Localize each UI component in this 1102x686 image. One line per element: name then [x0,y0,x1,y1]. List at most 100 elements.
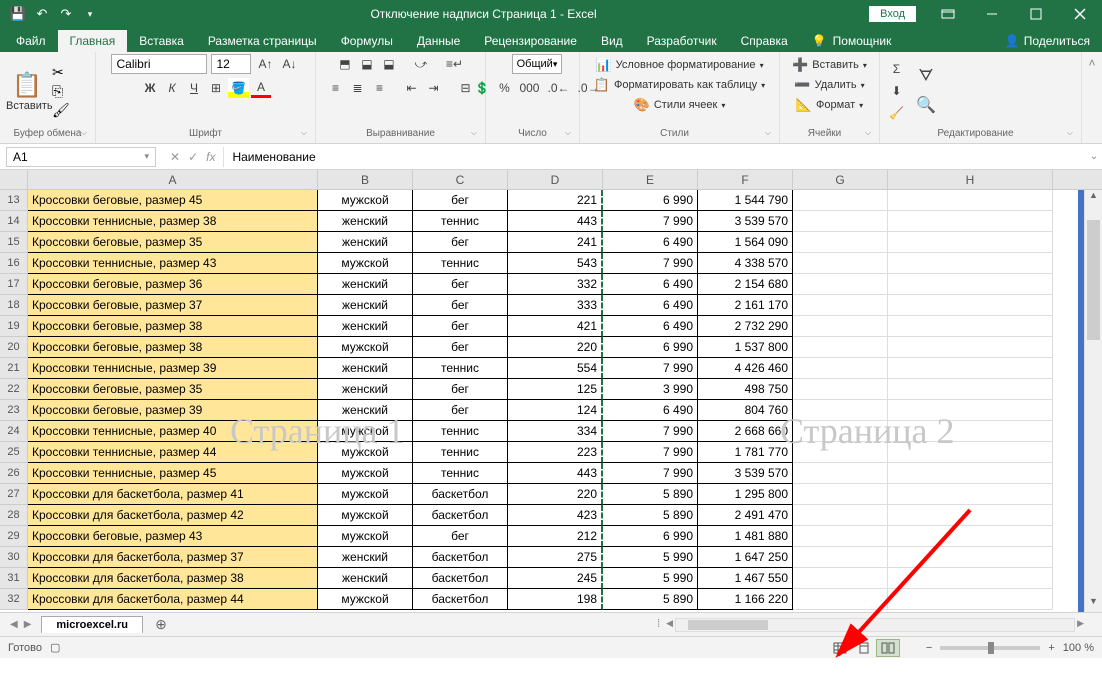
cell[interactable]: Кроссовки для баскетбола, размер 41 [28,484,318,505]
cell[interactable]: 804 760 [698,400,793,421]
zoom-in-button[interactable]: + [1048,642,1054,654]
cell[interactable]: 223 [508,442,603,463]
cell[interactable]: 212 [508,526,603,547]
cell[interactable]: Кроссовки беговые, размер 36 [28,274,318,295]
conditional-format-button[interactable]: 📊Условное форматирование▾ [591,56,767,74]
table-row[interactable]: 15Кроссовки беговые, размер 35женскийбег… [0,232,1102,253]
sheet-prev-icon[interactable]: ◀ [10,619,18,630]
cell[interactable] [888,400,1053,421]
cell[interactable] [888,379,1053,400]
cell[interactable] [793,232,888,253]
cell[interactable] [888,295,1053,316]
cell[interactable]: 6 990 [603,190,698,211]
cell[interactable]: 3 539 570 [698,211,793,232]
cell[interactable]: 245 [508,568,603,589]
table-row[interactable]: 17Кроссовки беговые, размер 36женскийбег… [0,274,1102,295]
align-left-icon[interactable]: ≡ [326,78,346,98]
cell[interactable]: баскетбол [413,589,508,610]
cell[interactable] [793,442,888,463]
border-button[interactable]: ⊞ [206,78,226,98]
fill-color-button[interactable]: 🪣 [228,78,249,98]
cell[interactable]: 5 990 [603,547,698,568]
formula-input[interactable]: Наименование [223,147,1086,167]
cell[interactable]: 443 [508,463,603,484]
cell[interactable]: Кроссовки для баскетбола, размер 37 [28,547,318,568]
zoom-slider[interactable] [940,646,1040,650]
cell[interactable]: 1 564 090 [698,232,793,253]
cell[interactable]: 1 647 250 [698,547,793,568]
sheet-tab[interactable]: microexcel.ru [41,616,143,633]
clear-icon[interactable]: 🧹 [886,103,907,123]
login-button[interactable]: Вход [869,6,916,22]
table-row[interactable]: 24Кроссовки теннисные, размер 40мужскойт… [0,421,1102,442]
align-bottom-icon[interactable]: ⬓ [379,54,399,74]
format-painter-icon[interactable]: 🖌 [52,102,70,119]
cell[interactable]: 220 [508,484,603,505]
cell[interactable] [793,295,888,316]
cell[interactable]: мужской [318,484,413,505]
row-header[interactable]: 32 [0,589,28,610]
cell[interactable]: Кроссовки беговые, размер 38 [28,337,318,358]
cell[interactable]: 423 [508,505,603,526]
cell[interactable] [793,316,888,337]
cell[interactable]: 7 990 [603,211,698,232]
decrease-indent-icon[interactable]: ⇤ [402,78,422,98]
hscroll-right-icon[interactable]: ▶ [1077,618,1084,632]
cell[interactable]: 3 539 570 [698,463,793,484]
cell[interactable]: Кроссовки беговые, размер 45 [28,190,318,211]
italic-button[interactable]: К [162,78,182,98]
scroll-thumb[interactable] [1087,220,1100,340]
cell[interactable]: бег [413,274,508,295]
expand-formula-icon[interactable]: ⌄ [1086,151,1102,162]
tab-file[interactable]: Файл [4,30,58,52]
sort-filter-icon[interactable]: ᗊ [913,67,939,87]
cell[interactable]: теннис [413,211,508,232]
underline-button[interactable]: Ч [184,78,204,98]
table-row[interactable]: 13Кроссовки беговые, размер 45мужскойбег… [0,190,1102,211]
cell[interactable] [888,232,1053,253]
cell[interactable] [888,547,1053,568]
cell[interactable]: теннис [413,253,508,274]
cell[interactable]: 125 [508,379,603,400]
hscroll-left-icon[interactable]: ◀ [666,618,673,632]
cell[interactable]: Кроссовки беговые, размер 38 [28,316,318,337]
cell-styles-button[interactable]: 🎨Стили ячеек▾ [630,96,730,114]
cell[interactable]: 5 890 [603,589,698,610]
insert-cells-button[interactable]: ➕Вставить▾ [788,56,871,74]
save-icon[interactable]: 💾 [10,6,26,22]
qat-customize-icon[interactable]: ▾ [82,6,98,22]
cell[interactable]: бег [413,190,508,211]
select-all-corner[interactable] [0,170,28,189]
font-size-input[interactable] [211,54,251,74]
cell[interactable]: 7 990 [603,421,698,442]
cell[interactable]: 7 990 [603,442,698,463]
cell[interactable]: 332 [508,274,603,295]
cancel-formula-icon[interactable]: ✕ [170,150,180,164]
table-row[interactable]: 16Кроссовки теннисные, размер 43мужскойт… [0,253,1102,274]
fx-icon[interactable]: fx [206,150,215,164]
cell[interactable] [888,316,1053,337]
cell[interactable]: женский [318,211,413,232]
row-header[interactable]: 16 [0,253,28,274]
tab-insert[interactable]: Вставка [127,30,196,52]
cell[interactable]: мужской [318,190,413,211]
format-cells-button[interactable]: 📐Формат▾ [792,96,867,114]
cell[interactable]: 241 [508,232,603,253]
cell[interactable]: Кроссовки для баскетбола, размер 38 [28,568,318,589]
cell[interactable]: 6 990 [603,337,698,358]
cell[interactable] [793,274,888,295]
cell[interactable]: 421 [508,316,603,337]
paste-button[interactable]: 📋 Вставить [6,71,48,112]
table-row[interactable]: 32Кроссовки для баскетбола, размер 44муж… [0,589,1102,610]
name-box[interactable]: A1▾ [6,147,156,167]
cell[interactable]: женский [318,400,413,421]
ribbon-options-icon[interactable] [926,0,970,28]
percent-icon[interactable]: % [494,78,514,98]
cell[interactable]: баскетбол [413,568,508,589]
cell[interactable]: бег [413,379,508,400]
minimize-icon[interactable] [970,0,1014,28]
normal-view-button[interactable] [828,639,852,657]
tab-help[interactable]: Справка [729,30,800,52]
cell[interactable] [793,190,888,211]
cell[interactable]: Кроссовки беговые, размер 35 [28,232,318,253]
